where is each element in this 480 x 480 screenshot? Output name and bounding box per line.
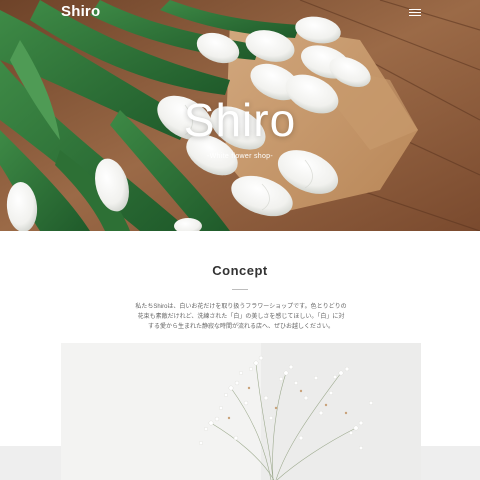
concept-line: する愛から生まれた静寂な時間が流れる店へ、ぜひお越しください。	[147, 324, 334, 330]
hamburger-menu-icon[interactable]	[407, 6, 423, 18]
menu-line	[409, 9, 421, 10]
concept-photo-flowers	[61, 343, 421, 480]
concept-line: 私たちShiroは、白いお花だけを取り扱うフラワーショップです。色とりどりの	[135, 304, 347, 310]
concept-line: 花束も素敵だけれど、洗練された「白」の美しさを感じてほしい。「白」に対	[137, 314, 345, 320]
concept-description: 私たちShiroは、白いお花だけを取り扱うフラワーショップです。色とりどりの 花…	[126, 302, 356, 332]
menu-line	[409, 15, 421, 16]
menu-line	[409, 12, 421, 13]
brand-logo[interactable]: Shiro	[61, 2, 100, 22]
hero-banner: Shiro Shiro -White flower shop-	[0, 0, 480, 231]
baby-breath-bouquet-image	[61, 343, 421, 480]
hero-title: Shiro	[183, 94, 297, 146]
section-divider	[232, 289, 248, 290]
concept-title: Concept	[212, 263, 268, 278]
hero-subtitle: -White flower shop-	[207, 153, 273, 160]
